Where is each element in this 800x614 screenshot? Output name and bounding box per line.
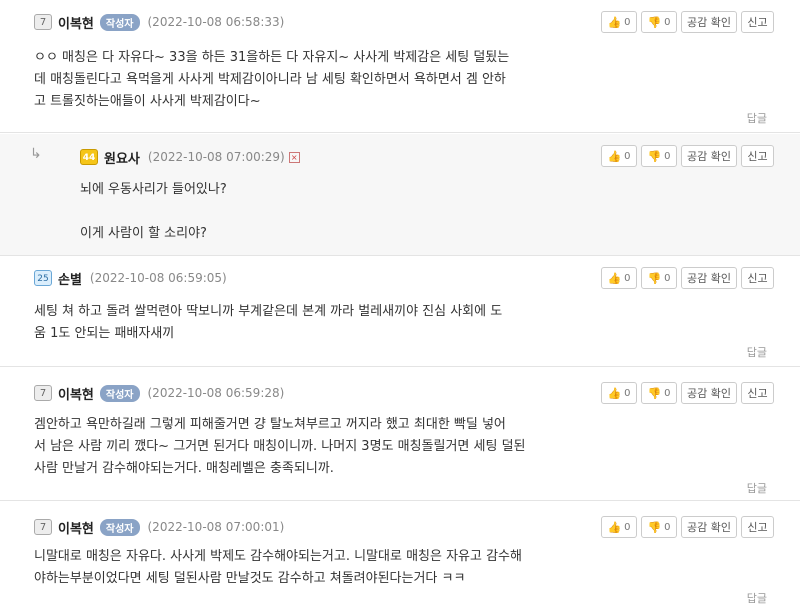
delete-mark-icon[interactable]: × xyxy=(288,151,300,163)
empathy-check-button[interactable]: 공감 확인 xyxy=(681,145,737,167)
author-badge: 작성자 xyxy=(99,13,140,31)
like-button[interactable]: 👍 0 xyxy=(601,382,637,404)
level-icon: 7 xyxy=(34,385,52,401)
report-button[interactable]: 신고 xyxy=(741,145,774,167)
author-badge: 작성자 xyxy=(99,518,140,536)
thumbs-down-icon: 👎 xyxy=(647,520,662,534)
like-button[interactable]: 👍 0 xyxy=(601,516,637,538)
comment-body: 겜안하고 욕만하길래 그렇게 피해줄거면 걍 탈노쳐부르고 꺼지라 했고 최대한… xyxy=(34,417,526,476)
comment-item: 7 이복현 작성자 (2022-10-08 06:59:28) 👍 0 👎 0 공감… xyxy=(0,368,800,501)
comment-body: ㅇㅇ 매칭은 다 자유다~ 33을 하든 31을하든 다 자유지~ 사사게 박제… xyxy=(34,50,510,109)
answer-link[interactable]: 답글 xyxy=(747,110,767,126)
like-count: 0 xyxy=(624,16,631,28)
dislike-button[interactable]: 👎 0 xyxy=(641,11,677,33)
thumbs-up-icon: 👍 xyxy=(607,271,622,285)
answer-link[interactable]: 답글 xyxy=(747,344,767,360)
like-button[interactable]: 👍 0 xyxy=(601,267,637,289)
report-button[interactable]: 신고 xyxy=(741,11,774,33)
dislike-button[interactable]: 👎 0 xyxy=(641,145,677,167)
author-badge: 작성자 xyxy=(99,384,140,402)
like-button[interactable]: 👍 0 xyxy=(601,11,637,33)
dislike-count: 0 xyxy=(664,387,671,399)
thumbs-down-icon: 👎 xyxy=(647,149,662,163)
report-button[interactable]: 신고 xyxy=(741,516,774,538)
empathy-check-button[interactable]: 공감 확인 xyxy=(681,382,737,404)
answer-link[interactable]: 답글 xyxy=(747,590,767,606)
comment-item: 25 손별 (2022-10-08 06:59:05) 👍 0 👎 0 공감 확인 … xyxy=(0,256,800,367)
dislike-count: 0 xyxy=(664,16,671,28)
comment-author[interactable]: 이복현 xyxy=(58,384,94,403)
thumbs-down-icon: 👎 xyxy=(647,15,662,29)
comment-item: 7 이복현 작성자 (2022-10-08 07:00:01) 👍 0 👎 0 공감… xyxy=(0,502,800,614)
dislike-count: 0 xyxy=(664,521,671,533)
dislike-button[interactable]: 👎 0 xyxy=(641,516,677,538)
dislike-count: 0 xyxy=(664,150,671,162)
comment-author[interactable]: 이복현 xyxy=(58,518,94,537)
thumbs-up-icon: 👍 xyxy=(607,386,622,400)
comment-body: 세팅 쳐 하고 돌려 쌀먹련아 딱보니까 부계같은데 본계 까라 벌레새끼야 진… xyxy=(34,304,503,341)
answer-link[interactable]: 답글 xyxy=(747,480,767,496)
empathy-check-button[interactable]: 공감 확인 xyxy=(681,11,737,33)
empathy-check-button[interactable]: 공감 확인 xyxy=(681,267,737,289)
thumbs-up-icon: 👍 xyxy=(607,520,622,534)
comment-author[interactable]: 원요사 xyxy=(104,148,140,167)
like-count: 0 xyxy=(624,521,631,533)
dislike-button[interactable]: 👎 0 xyxy=(641,267,677,289)
comment-date: (2022-10-08 07:00:29) xyxy=(147,150,285,164)
reply-item: ↳ 44 원요사 (2022-10-08 07:00:29) × 👍 0 👎 0 공… xyxy=(0,134,800,256)
level-icon: 7 xyxy=(34,14,52,30)
comment-date: (2022-10-08 06:58:33) xyxy=(147,15,285,29)
level-icon: 7 xyxy=(34,519,52,535)
dislike-count: 0 xyxy=(664,272,671,284)
comment-date: (2022-10-08 07:00:01) xyxy=(147,520,285,534)
like-count: 0 xyxy=(624,272,631,284)
report-button[interactable]: 신고 xyxy=(741,382,774,404)
comment-item: 7 이복현 작성자 (2022-10-08 06:58:33) 👍 0 👎 0 공감… xyxy=(0,0,800,133)
thumbs-down-icon: 👎 xyxy=(647,271,662,285)
thumbs-up-icon: 👍 xyxy=(607,15,622,29)
comment-date: (2022-10-08 06:59:05) xyxy=(89,271,227,285)
report-button[interactable]: 신고 xyxy=(741,267,774,289)
level-icon: 25 xyxy=(34,270,52,286)
like-button[interactable]: 👍 0 xyxy=(601,145,637,167)
dislike-button[interactable]: 👎 0 xyxy=(641,382,677,404)
like-count: 0 xyxy=(624,387,631,399)
comment-body: 니말대로 매칭은 자유다. 사사게 박제도 감수해야되는거고. 니말대로 매칭은… xyxy=(34,549,522,586)
comment-body: 뇌에 우동사리가 들어있나? 이게 사람이 할 소리야? xyxy=(80,182,227,241)
thumbs-down-icon: 👎 xyxy=(647,386,662,400)
thumbs-up-icon: 👍 xyxy=(607,149,622,163)
comment-author[interactable]: 손별 xyxy=(58,269,82,288)
comment-date: (2022-10-08 06:59:28) xyxy=(147,386,285,400)
empathy-check-button[interactable]: 공감 확인 xyxy=(681,516,737,538)
like-count: 0 xyxy=(624,150,631,162)
comment-author[interactable]: 이복현 xyxy=(58,13,94,32)
level-icon: 44 xyxy=(80,149,98,165)
reply-arrow-icon: ↳ xyxy=(30,146,42,162)
